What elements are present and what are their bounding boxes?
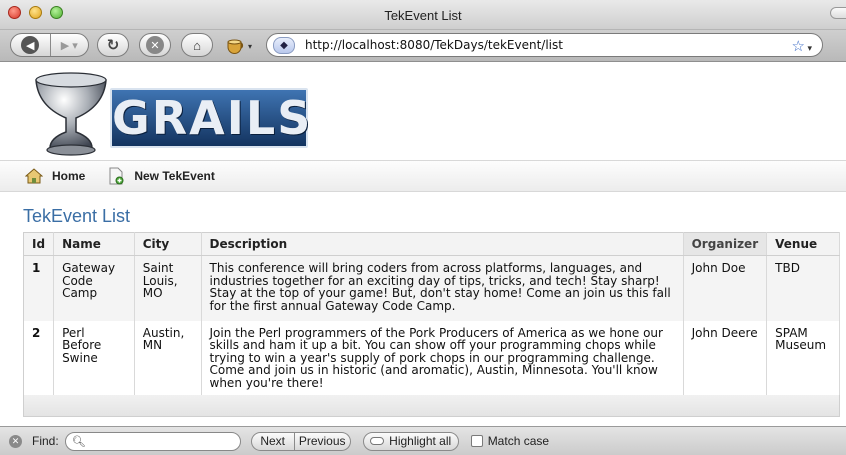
row-id-link[interactable]: 2 xyxy=(23,320,55,397)
find-input[interactable]: 🔍︎ xyxy=(64,431,241,451)
highlight-all-label: Highlight all xyxy=(389,434,452,448)
tekevent-table: Id Name City Description Organizer Venue… xyxy=(23,232,840,397)
highlight-all-button[interactable]: Highlight all xyxy=(362,431,459,451)
page-title: TekEvent List xyxy=(23,206,131,226)
row-venue: TBD xyxy=(766,255,840,321)
window-title: TekEvent List xyxy=(384,8,462,23)
dropdown-arrow-icon: ▾ xyxy=(248,41,253,51)
row-venue: SPAM Museum xyxy=(766,320,840,397)
bookmark-star-icon[interactable]: ☆ ▾ xyxy=(792,37,812,55)
back-forward-group: ◀ ▶ ▾ xyxy=(10,33,89,57)
address-url: http://localhost:8080/TekDays/tekEvent/l… xyxy=(305,38,563,52)
stop-x-icon: ✕ xyxy=(146,36,164,54)
teacup-icon xyxy=(227,39,244,54)
magnifier-icon: 🔍︎ xyxy=(71,435,86,448)
grails-logo-text: GRAILS xyxy=(110,88,310,148)
header-city[interactable]: City xyxy=(134,232,202,256)
reload-icon: ↻ xyxy=(106,37,120,54)
forward-button[interactable]: ▶ ▾ xyxy=(49,34,89,56)
header-logo-area: GRAILS xyxy=(0,62,846,160)
row-id-link[interactable]: 1 xyxy=(23,255,55,321)
find-previous-button[interactable]: Previous xyxy=(294,431,351,451)
site-identity-icon[interactable]: ◆ xyxy=(273,36,295,54)
browser-toolbar: ◀ ▶ ▾ ↻ ✕ ⌂ ▾ ◆ http://localhost:8080/Te… xyxy=(0,30,846,62)
reload-button[interactable]: ↻ xyxy=(97,33,129,57)
header-description[interactable]: Description xyxy=(201,232,684,256)
highlight-toggle-icon xyxy=(370,437,385,445)
table-row: 2 Perl Before Swine Austin, MN Join the … xyxy=(23,320,840,397)
header-organizer[interactable]: Organizer xyxy=(683,232,768,256)
page-nav: Home New TekEvent xyxy=(0,160,846,192)
toolbar-toggle-button[interactable] xyxy=(830,7,846,19)
house-icon xyxy=(25,167,43,185)
header-id[interactable]: Id xyxy=(23,232,55,256)
address-bar[interactable]: ◆ http://localhost:8080/TekDays/tekEvent… xyxy=(266,33,823,57)
find-bar: ✕ Find: 🔍︎ Next Previous Highlight all M… xyxy=(0,426,846,455)
table-header-row: Id Name City Description Organizer Venue xyxy=(23,232,840,256)
close-find-bar-icon[interactable]: ✕ xyxy=(9,434,22,448)
new-tekevent-link[interactable]: New TekEvent xyxy=(107,167,215,185)
row-description: Join the Perl programmers of the Pork Pr… xyxy=(201,320,684,397)
find-label: Find: xyxy=(32,434,59,448)
row-name: Gateway Code Camp xyxy=(53,255,135,321)
forward-arrow-icon: ▶ ▾ xyxy=(60,39,78,52)
match-case-label: Match case xyxy=(487,434,550,448)
pagination-bar xyxy=(23,395,840,417)
table-row: 1 Gateway Code Camp Saint Louis, MO This… xyxy=(23,255,840,321)
home-button[interactable]: ⌂ xyxy=(181,33,213,57)
header-name[interactable]: Name xyxy=(53,232,135,256)
new-tekevent-label: New TekEvent xyxy=(134,169,215,183)
new-document-icon xyxy=(107,167,125,185)
header-venue[interactable]: Venue xyxy=(766,232,840,256)
home-link-label: Home xyxy=(52,169,86,183)
grails-logo[interactable]: GRAILS xyxy=(18,66,310,156)
row-city: Austin, MN xyxy=(134,320,202,397)
back-arrow-icon: ◀ xyxy=(21,36,40,54)
grail-cup-icon xyxy=(35,72,107,156)
home-link[interactable]: Home xyxy=(25,167,85,185)
bookmarks-button[interactable]: ▾ xyxy=(226,36,258,56)
row-organizer: John Doe xyxy=(683,255,768,321)
row-name: Perl Before Swine xyxy=(53,320,135,397)
window-titlebar: TekEvent List xyxy=(0,0,846,30)
find-next-button[interactable]: Next xyxy=(250,431,295,451)
match-case-checkbox[interactable] xyxy=(470,435,483,447)
row-city: Saint Louis, MO xyxy=(134,255,202,321)
page-content: GRAILS Home New TekEvent TekEvent List I… xyxy=(0,62,846,426)
row-description: This conference will bring coders from a… xyxy=(201,255,684,321)
stop-button[interactable]: ✕ xyxy=(139,33,171,57)
home-icon: ⌂ xyxy=(193,37,201,53)
row-organizer: John Deere xyxy=(683,320,768,397)
back-button[interactable]: ◀ xyxy=(11,34,50,56)
